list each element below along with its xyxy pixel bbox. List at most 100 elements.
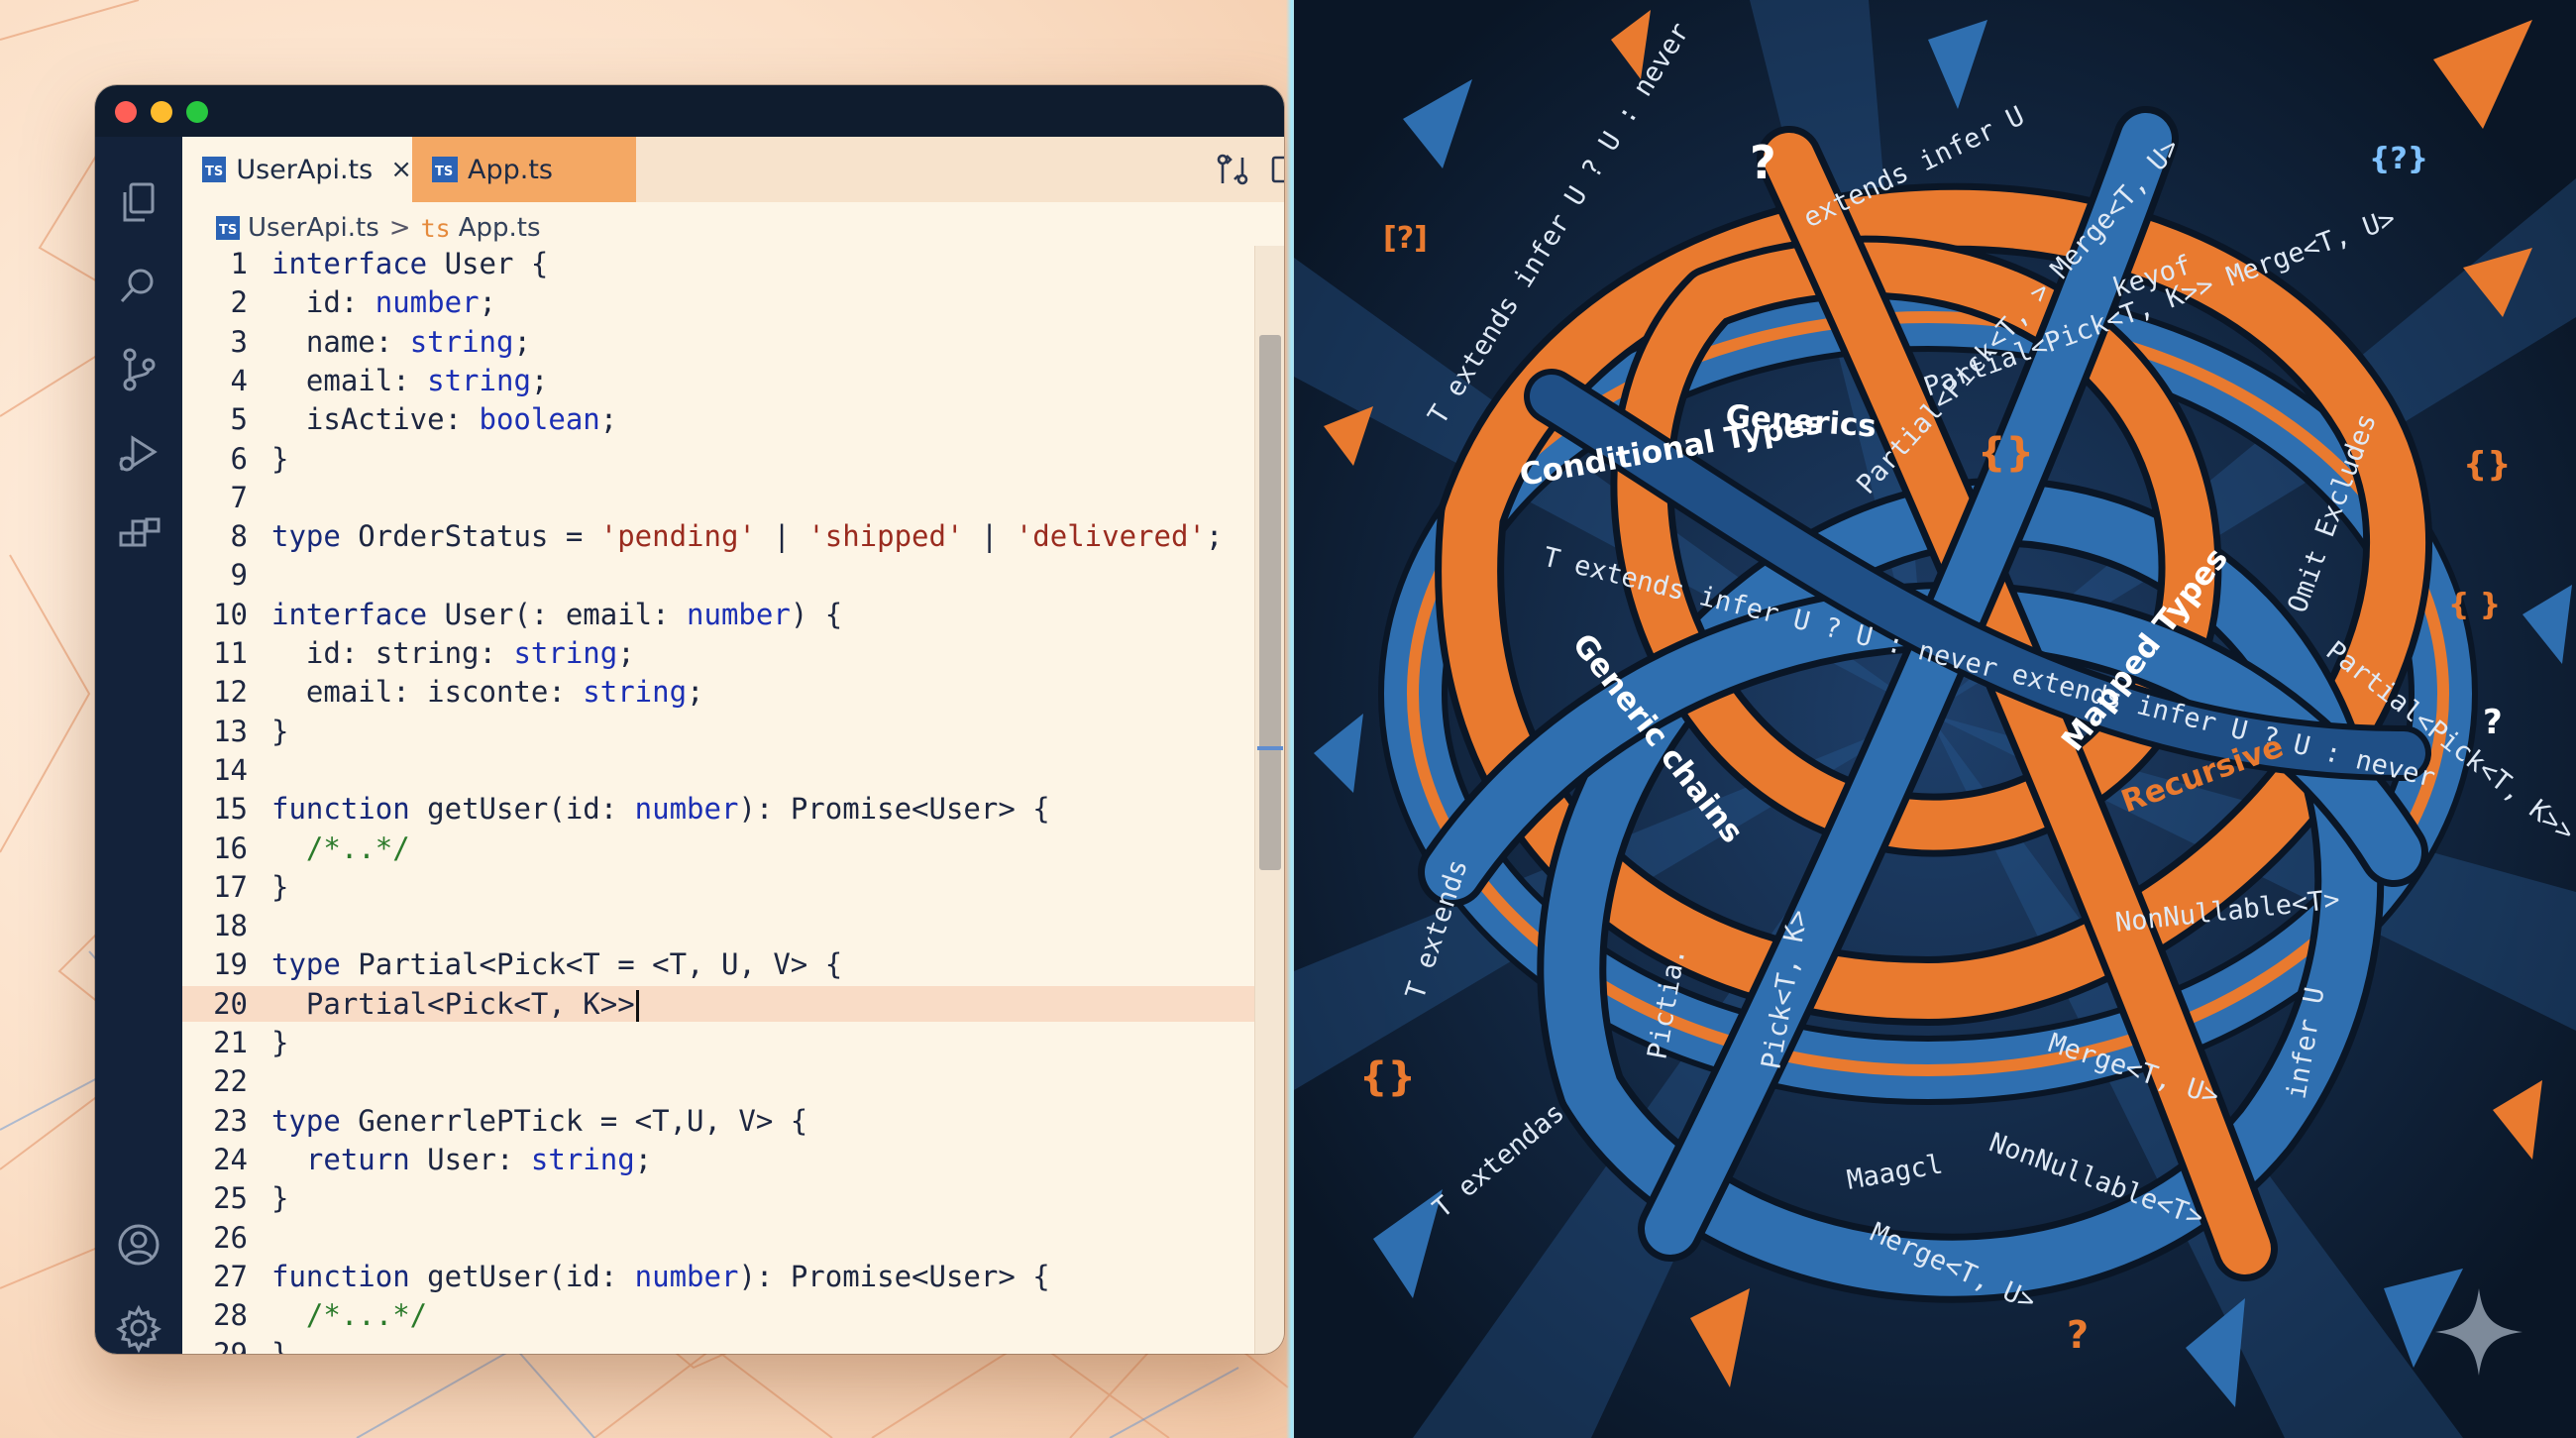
code-line[interactable]: 17}: [182, 869, 1254, 905]
code-line[interactable]: 19 type Partial<Pick<T = <T, U, V> {: [182, 946, 1254, 982]
vertical-scrollbar[interactable]: [1254, 246, 1284, 1354]
typescript-outline-icon: ts: [420, 213, 451, 243]
line-number: 24: [213, 1142, 248, 1176]
explorer-icon[interactable]: [113, 176, 164, 228]
account-icon[interactable]: [113, 1219, 164, 1271]
code-text: interface User(: email: number) {: [271, 597, 843, 631]
maximize-window-button[interactable]: [186, 101, 208, 123]
close-window-button[interactable]: [115, 101, 137, 123]
code-line[interactable]: 11 id: string: string;: [182, 635, 1254, 671]
scrollbar-thumb[interactable]: [1259, 335, 1281, 870]
code-editor-window: TS UserApi.ts × TS App.ts ··· TS UserApi…: [95, 85, 1284, 1354]
run-debug-icon[interactable]: [113, 426, 164, 478]
tab-label: UserApi.ts: [236, 154, 374, 185]
line-number: 11: [213, 636, 248, 670]
typescript-file-icon: TS: [216, 216, 240, 240]
code-line[interactable]: 25}: [182, 1180, 1254, 1216]
source-control-icon[interactable]: [113, 343, 164, 394]
code-text: function getUser(id: number): Promise<Us…: [271, 1259, 1050, 1293]
code-text: /*...*/: [271, 1298, 428, 1333]
line-number: 27: [213, 1259, 248, 1293]
code-line[interactable]: 13}: [182, 714, 1254, 749]
line-number: 19: [213, 947, 248, 982]
line-number: 17: [213, 869, 248, 904]
code-line[interactable]: 4 email: string;: [182, 363, 1254, 398]
question-glyph: ?: [1750, 136, 1776, 189]
line-number: 26: [213, 1220, 248, 1255]
line-number: 28: [213, 1298, 248, 1333]
code-text: }: [271, 1026, 289, 1059]
line-number: 10: [213, 597, 248, 631]
code-line[interactable]: 14: [182, 752, 1254, 788]
tab-app[interactable]: TS App.ts: [412, 137, 636, 202]
code-text: }: [271, 1181, 289, 1216]
code-text: function getUser(id: number): Promise<Us…: [271, 792, 1050, 827]
type-knot-illustration: T extends infer U ? U : never extends in…: [1294, 0, 2576, 1438]
code-line[interactable]: 22: [182, 1063, 1254, 1099]
code-text: email: isconte: string;: [271, 675, 704, 710]
code-line[interactable]: 10 interface User(: email: number) {: [182, 597, 1254, 632]
line-number: 25: [213, 1181, 248, 1216]
brace-glyph: {}: [1978, 430, 2034, 476]
code-text: id: string: string;: [271, 636, 635, 670]
line-number: 20: [213, 986, 248, 1021]
line-number: 29: [182, 1336, 248, 1354]
typescript-file-icon: TS: [202, 157, 227, 182]
code-line[interactable]: 9: [182, 557, 1254, 593]
code-text: email: string;: [271, 363, 549, 397]
bracket-question-glyph: [?]: [1383, 221, 1428, 256]
code-line[interactable]: 1 interface User {: [182, 246, 1254, 281]
code-line[interactable]: 15 function getUser(id: number): Promise<…: [182, 791, 1254, 827]
code-line[interactable]: 3 name: string;: [182, 324, 1254, 360]
code-line[interactable]: 8 type OrderStatus = 'pending' | 'shipped…: [182, 518, 1254, 554]
line-number: 13: [213, 714, 248, 748]
settings-icon[interactable]: [113, 1302, 164, 1354]
line-number: 8: [230, 519, 248, 554]
activity-bar: [95, 137, 182, 1354]
line-number: 2: [230, 285, 248, 320]
code-line[interactable]: 21}: [182, 1025, 1254, 1060]
breadcrumb-item-app[interactable]: App.ts: [459, 213, 541, 243]
breadcrumb-separator: >: [388, 213, 411, 243]
code-line[interactable]: 23 type GenerrlePTick = <T,U, V> {: [182, 1103, 1254, 1139]
code-line[interactable]: 29}: [182, 1336, 1254, 1354]
code-editor-area[interactable]: 1 interface User {2 id: number; 3 name: st…: [182, 246, 1254, 1354]
code-line[interactable]: 2 id: number;: [182, 284, 1254, 320]
line-number: 3: [230, 324, 248, 359]
code-line[interactable]: 6}: [182, 441, 1254, 477]
code-line[interactable]: 18: [182, 908, 1254, 943]
line-number: 4: [230, 363, 248, 397]
code-text: interface User {: [271, 247, 549, 280]
code-line[interactable]: 26: [182, 1220, 1254, 1256]
minimize-window-button[interactable]: [151, 101, 172, 123]
code-text: }: [271, 441, 289, 476]
brace-question-glyph: {?}: [2369, 142, 2428, 176]
search-icon[interactable]: [113, 260, 164, 311]
split-editor-icon[interactable]: [1266, 150, 1284, 189]
code-line[interactable]: 24 return User: string;: [182, 1142, 1254, 1177]
code-text: return User: string;: [305, 1142, 653, 1176]
code-line[interactable]: 28 /*...*/: [182, 1297, 1254, 1333]
tab-label: App.ts: [468, 154, 553, 185]
code-text: type GenerrlePTick = <T,U, V> {: [271, 1103, 808, 1138]
brace-glyph: {}: [2463, 445, 2511, 485]
line-number: 18: [213, 909, 248, 943]
code-line[interactable]: 20 Partial<Pick<T, K>>: [182, 985, 1254, 1022]
source-compare-icon[interactable]: [1213, 150, 1252, 189]
line-number: 15: [213, 792, 248, 827]
line-number: 14: [213, 752, 248, 787]
code-line[interactable]: 12 email: isconte: string;: [182, 674, 1254, 710]
code-text: name: string;: [271, 324, 531, 359]
line-number: 7: [230, 480, 248, 514]
code-text: }: [271, 714, 289, 748]
code-line[interactable]: 27 function getUser(id: number): Promise<…: [182, 1259, 1254, 1294]
close-tab-icon[interactable]: ×: [390, 155, 412, 184]
tab-userapi[interactable]: TS UserApi.ts ×: [182, 137, 412, 202]
code-line[interactable]: 16 /*..*/: [182, 830, 1254, 866]
breadcrumb-item-userapi[interactable]: UserApi.ts: [248, 213, 379, 243]
question-glyph: ?: [2067, 1313, 2089, 1357]
extensions-icon[interactable]: [113, 509, 164, 561]
code-line[interactable]: 7: [182, 480, 1254, 515]
text-cursor: [635, 989, 639, 1022]
code-line[interactable]: 5 isActive: boolean;: [182, 401, 1254, 437]
